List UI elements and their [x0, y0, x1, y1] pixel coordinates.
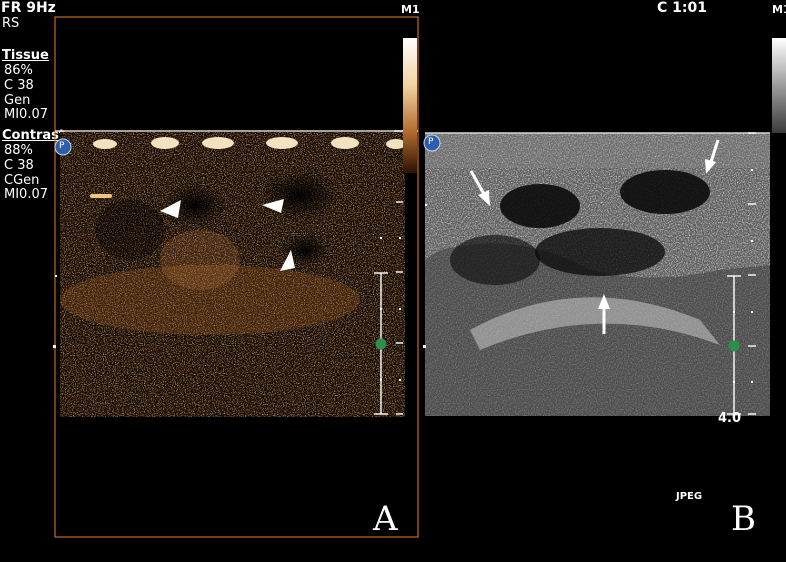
panel-b-label: B	[731, 499, 756, 539]
focus-marker-b	[728, 340, 740, 352]
probe-badge-a-letter: P	[59, 141, 65, 151]
panel-b-grayscale-image	[425, 132, 770, 416]
ultrasound-canvas	[53, 16, 786, 538]
probe-badge-b-letter: P	[428, 137, 434, 147]
focus-marker-a	[375, 338, 387, 350]
depth-value: 4.0	[718, 411, 742, 426]
grayscale-bar	[772, 38, 786, 133]
panel-a-label: A	[373, 499, 398, 539]
panel-a-contrast-image	[55, 130, 418, 417]
contrast-color-bar	[403, 38, 417, 173]
format-label: JPEG	[676, 491, 703, 502]
